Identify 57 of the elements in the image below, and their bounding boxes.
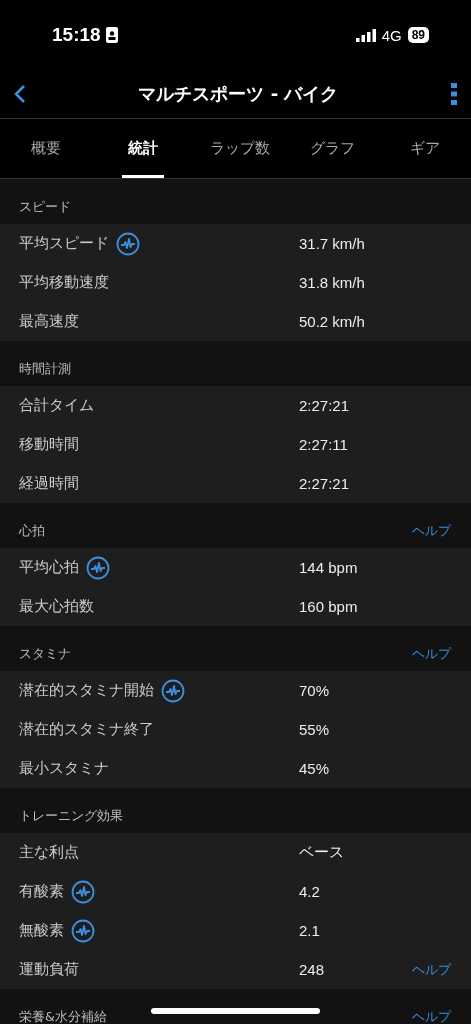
stat-value: 4.2 [299,883,321,900]
stat-value: 2:27:21 [299,397,351,414]
stat-label: 主な利点 [19,843,79,862]
stat-value: 45% [299,760,331,777]
section-title: スタミナ [19,646,71,663]
section-title: 栄養&水分補給 [19,1009,107,1024]
signal-icon [355,28,376,42]
stat-label: 平均移動速度 [19,273,109,292]
stat-label: 潜在的スタミナ終了 [19,720,154,739]
stat-label: 運動負荷 [19,960,79,979]
tab[interactable]: ギア [378,119,471,178]
stat-label: 最大心拍数 [19,597,94,616]
section-title: 時間計測 [19,361,71,378]
stat-value: 2:27:21 [299,475,351,492]
stat-label: 平均スピード [19,234,109,253]
stat-value: 70% [299,682,331,699]
help-link[interactable]: ヘルプ [412,960,451,979]
section-title: トレーニング効果 [19,808,123,825]
id-card-icon [105,27,118,43]
help-link[interactable]: ヘルプ [412,522,451,540]
activity-chart-icon[interactable] [116,231,140,256]
stat-value: 50.2 km/h [299,313,366,330]
battery-level: 89 [407,27,429,43]
stat-label: 移動時間 [19,435,79,454]
help-link[interactable]: ヘルプ [412,645,451,663]
stat-value: 55% [299,721,331,738]
stat-value: 144 bpm [299,559,359,576]
stat-value: 2:27:11 [299,436,349,453]
stat-value: 31.8 km/h [299,274,366,291]
network-type: 4G [381,26,402,44]
stat-label: 無酸素 [19,921,64,940]
stat-value: ベース [299,843,345,862]
more-options-icon[interactable] [451,83,457,105]
activity-chart-icon[interactable] [161,678,185,703]
stat-value: 31.7 km/h [299,235,366,252]
activity-chart-icon[interactable] [71,879,95,904]
section-title: 心拍 [19,523,45,540]
tab[interactable]: ラップ数 [194,119,287,178]
stat-label: 合計タイム [19,396,94,415]
stat-label: 有酸素 [19,882,64,901]
tab[interactable]: 概要 [0,119,93,178]
section-title: スピード [19,199,71,216]
activity-chart-icon[interactable] [71,918,95,943]
stat-value: 2.1 [299,922,321,939]
stat-label: 平均心拍 [19,558,79,577]
stat-label: 潜在的スタミナ開始 [19,681,154,700]
stat-value: 248 [299,961,326,978]
help-link[interactable]: ヘルプ [412,1008,451,1024]
back-icon[interactable] [14,84,26,104]
tab[interactable]: グラフ [286,119,379,178]
stat-label: 最高速度 [19,312,79,331]
activity-chart-icon[interactable] [86,555,110,580]
stat-label: 経過時間 [19,474,79,493]
stat-value: 160 bpm [299,598,359,615]
stat-label: 最小スタミナ [19,759,109,778]
screen-title: マルチスポーツ - バイク [138,82,339,106]
clock: 15:18 [52,24,101,46]
